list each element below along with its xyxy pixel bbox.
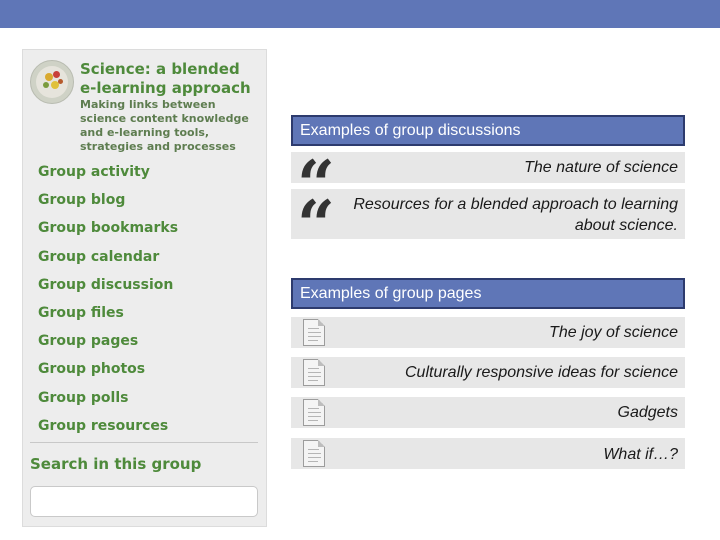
avatar-dot — [45, 73, 53, 81]
group-sidebar: Science: a blended e-learning approach M… — [22, 49, 267, 527]
discussion-item[interactable]: “ Resources for a blended approach to le… — [291, 189, 685, 239]
page-title[interactable]: Gadgets — [618, 402, 678, 423]
discussions-header: Examples of group discussions — [291, 115, 685, 146]
page-icon — [303, 440, 325, 467]
page-item[interactable]: Culturally responsive ideas for science — [291, 357, 685, 388]
pages-header: Examples of group pages — [291, 278, 685, 309]
sidebar-divider — [30, 442, 258, 443]
group-avatar[interactable] — [30, 60, 74, 104]
menu-item-group-files[interactable]: Group files — [38, 299, 178, 327]
page-icon — [303, 399, 325, 426]
page-item[interactable]: The joy of science — [291, 317, 685, 348]
search-label: Search in this group — [30, 455, 202, 473]
group-description: Making links between science content kno… — [80, 98, 249, 153]
menu-item-group-blog[interactable]: Group blog — [38, 186, 178, 214]
discussion-item[interactable]: “ The nature of science — [291, 152, 685, 192]
avatar-dot — [58, 79, 63, 84]
menu-item-group-bookmarks[interactable]: Group bookmarks — [38, 214, 178, 242]
discussion-title[interactable]: The nature of science — [524, 157, 678, 178]
menu-item-group-polls[interactable]: Group polls — [38, 384, 178, 412]
page-title[interactable]: The joy of science — [549, 322, 678, 343]
page-icon — [303, 319, 325, 346]
page-icon — [303, 359, 325, 386]
discussion-title[interactable]: Resources for a blended approach to lear… — [331, 194, 678, 236]
page-title[interactable]: What if…? — [603, 444, 678, 465]
group-menu: Group activity Group blog Group bookmark… — [38, 158, 178, 440]
menu-item-group-resources[interactable]: Group resources — [38, 412, 178, 440]
menu-item-group-calendar[interactable]: Group calendar — [38, 243, 178, 271]
menu-item-group-discussion[interactable]: Group discussion — [38, 271, 178, 299]
top-bar — [0, 0, 720, 28]
menu-item-group-pages[interactable]: Group pages — [38, 327, 178, 355]
page-item[interactable]: What if…? — [291, 438, 685, 469]
page-item[interactable]: Gadgets — [291, 397, 685, 428]
search-input[interactable] — [30, 486, 258, 517]
quote-icon: “ — [297, 152, 335, 192]
avatar-dot — [53, 71, 60, 78]
quote-icon: “ — [297, 192, 335, 232]
avatar-dot — [43, 82, 49, 88]
menu-item-group-activity[interactable]: Group activity — [38, 158, 178, 186]
menu-item-group-photos[interactable]: Group photos — [38, 355, 178, 383]
page-title[interactable]: Culturally responsive ideas for science — [405, 362, 678, 383]
group-title[interactable]: Science: a blended e-learning approach — [80, 60, 260, 98]
